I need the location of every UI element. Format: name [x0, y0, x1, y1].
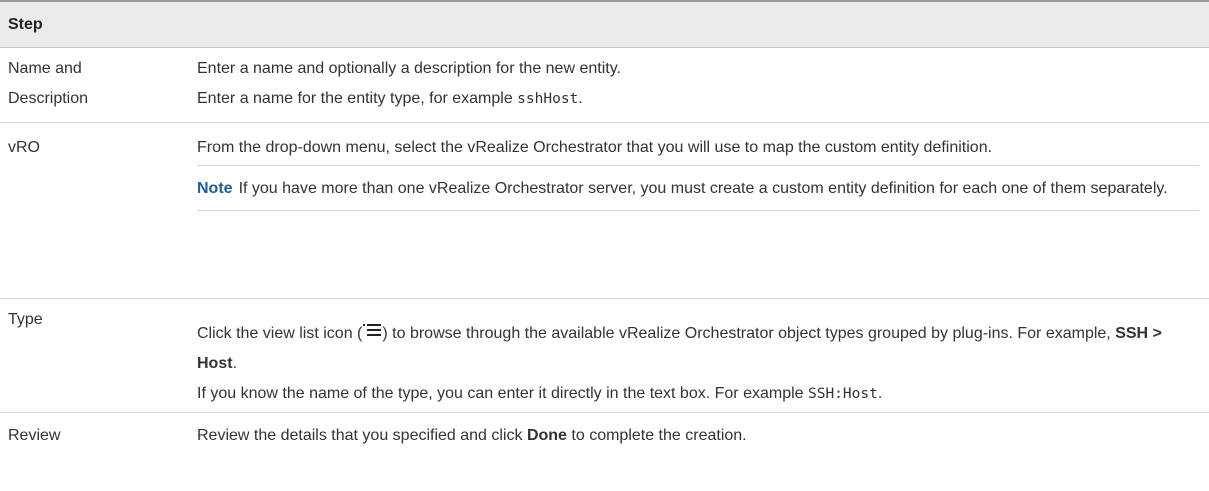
- type-p2-end: .: [877, 385, 883, 402]
- review-paragraph: Review the details that you specified an…: [197, 421, 1199, 451]
- step-cell: Review: [0, 413, 197, 459]
- name-p2-code: sshHost: [517, 91, 579, 107]
- type-paragraph-1: Click the view list icon ( ) to browse th…: [197, 319, 1199, 379]
- type-p1-text-2: ) to browse through the available vReali…: [382, 325, 1116, 342]
- table-row: vRO From the drop-down menu, select the …: [0, 123, 1209, 299]
- description-cell: Click the view list icon ( ) to browse th…: [197, 299, 1209, 412]
- table-row: Name and Description Enter a name and op…: [0, 48, 1209, 123]
- type-paragraph-2: If you know the name of the type, you ca…: [197, 379, 1199, 409]
- view-list-icon: [363, 323, 382, 339]
- step-cell: Name and Description: [0, 48, 197, 122]
- review-text: Review the details that you specified an…: [197, 427, 527, 444]
- vro-paragraph-1: From the drop-down menu, select the vRea…: [197, 139, 993, 156]
- step-cell: Type: [0, 299, 197, 412]
- description-cell: From the drop-down menu, select the vRea…: [197, 123, 1209, 298]
- type-p2-code: SSH:Host: [807, 386, 878, 402]
- table-header: Step: [0, 2, 1209, 48]
- steps-table: Step Name and Description Enter a name a…: [0, 0, 1209, 459]
- name-paragraph-1: Enter a name and optionally a descriptio…: [197, 60, 621, 77]
- step-review: Review: [8, 427, 61, 444]
- description-cell: Review the details that you specified an…: [197, 413, 1209, 459]
- review-bold: Done: [526, 427, 567, 444]
- type-p2-text: If you know the name of the type, you ca…: [197, 385, 808, 402]
- note-text: If you have more than one vRealize Orche…: [238, 180, 1168, 197]
- table-row: Review Review the details that you speci…: [0, 413, 1209, 459]
- note-label: Note: [197, 180, 233, 197]
- description-cell: Enter a name and optionally a descriptio…: [197, 48, 1209, 122]
- step-cell: vRO: [0, 123, 197, 298]
- type-p1-end: .: [232, 355, 238, 372]
- step-type: Type: [8, 311, 43, 328]
- name-p2-text: Enter a name for the entity type, for ex…: [197, 90, 518, 107]
- step-vro: vRO: [8, 139, 40, 156]
- name-paragraph-2: Enter a name for the entity type, for ex…: [197, 84, 1199, 114]
- step-name-and-description: Name and Description: [8, 60, 89, 107]
- review-end: to complete the creation.: [566, 427, 747, 444]
- note-box: Note If you have more than one vRealize O…: [197, 165, 1199, 211]
- header-step: Step: [8, 15, 43, 33]
- type-p1-text: Click the view list icon (: [197, 325, 363, 342]
- name-p2-end: .: [578, 90, 583, 107]
- table-row: Type Click the view list icon ( ) to brow…: [0, 299, 1209, 413]
